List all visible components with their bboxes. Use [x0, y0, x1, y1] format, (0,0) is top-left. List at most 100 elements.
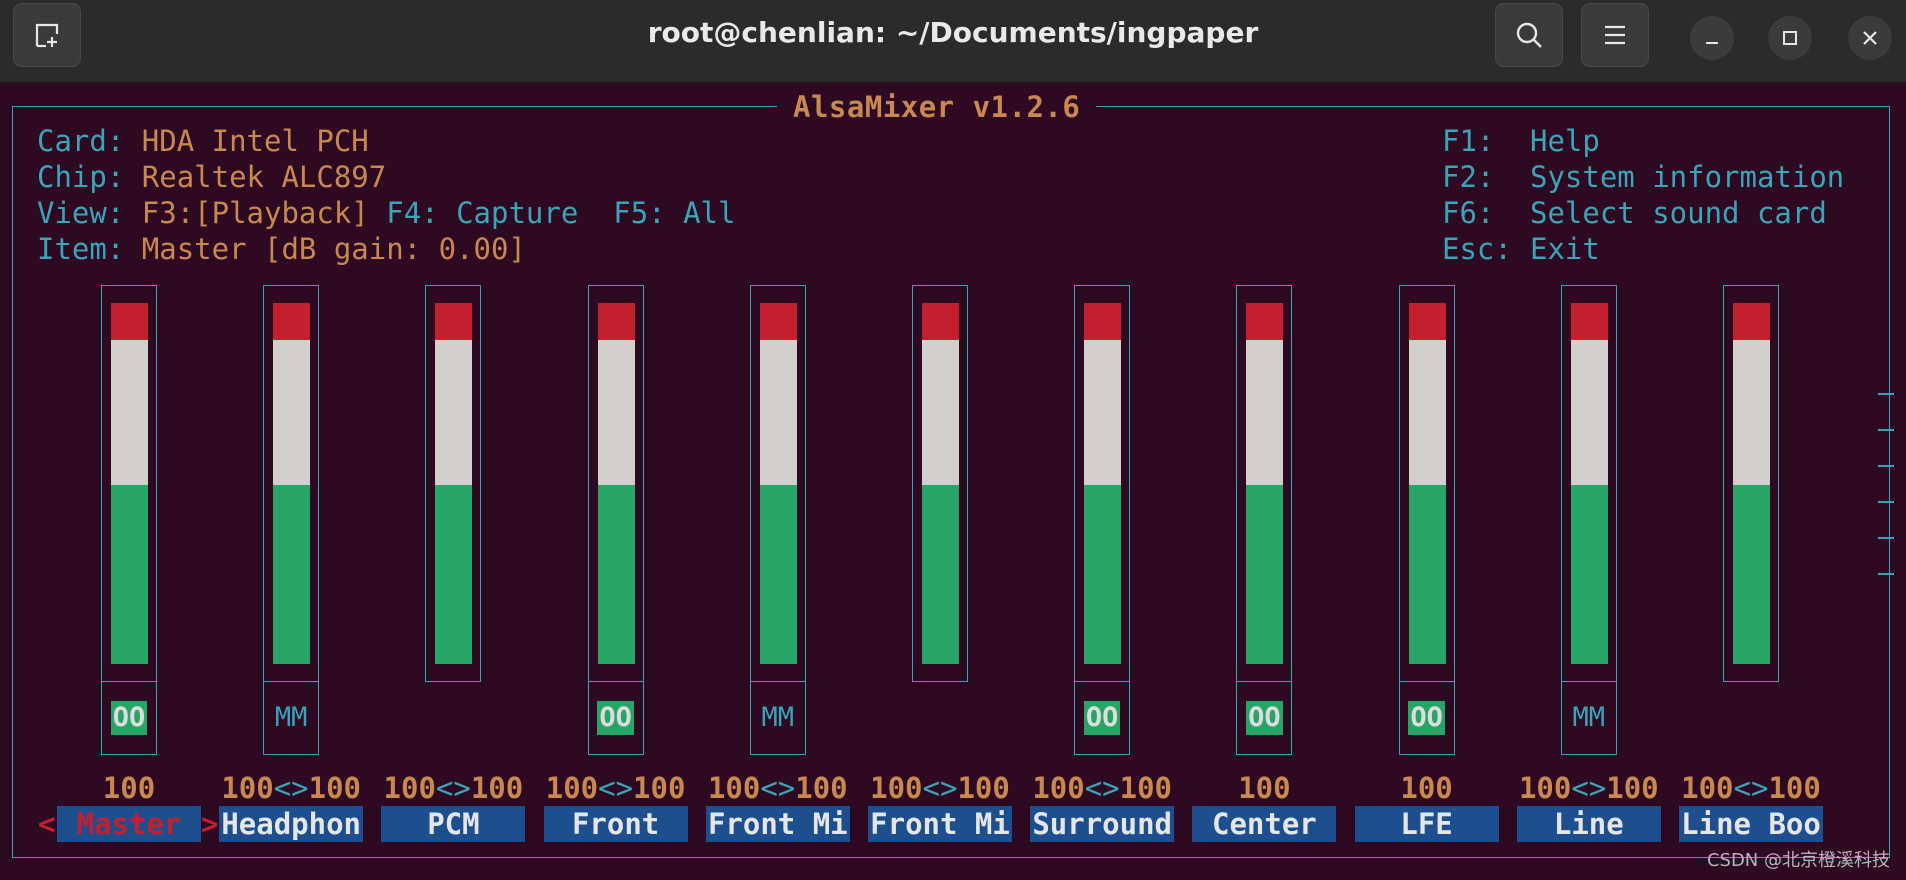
channel-name[interactable]: Headphon: [219, 806, 364, 842]
meter-peak-segment: [1408, 303, 1446, 340]
mute-switch[interactable]: MM: [263, 681, 320, 755]
meter-peak-segment: [435, 303, 473, 340]
channel-name[interactable]: PCM: [381, 806, 526, 842]
view-f3-key[interactable]: F3:: [142, 196, 194, 230]
meter-peak-segment: [922, 303, 959, 340]
meter-peak-segment: [597, 303, 635, 340]
mute-switch[interactable]: MM: [749, 681, 806, 755]
mute-switch[interactable]: MM: [1560, 681, 1617, 755]
volume-meter[interactable]: [749, 285, 806, 682]
meter-high-segment: [1733, 340, 1770, 485]
mute-switch-state: OO: [1083, 700, 1121, 735]
item-value: Master [dB gain: 0.00]: [141, 232, 526, 266]
meter-low-segment: [922, 485, 959, 664]
view-all[interactable]: F5: All: [613, 196, 735, 230]
card-label: Card:: [37, 124, 125, 158]
meter-low-segment: [111, 485, 148, 664]
card-line: Card: HDA Intel PCH: [37, 124, 369, 158]
meter-low-segment: [1733, 485, 1770, 664]
scroll-mark: [1878, 465, 1894, 467]
meter-peak-segment: [759, 303, 797, 340]
meter-low-segment: [1570, 485, 1608, 664]
minimize-button[interactable]: [1690, 16, 1734, 60]
menu-button[interactable]: [1581, 3, 1649, 67]
volume-meter[interactable]: [1074, 285, 1131, 682]
key-help-action[interactable]: Help: [1530, 124, 1600, 158]
item-line: Item: Master [dB gain: 0.00]: [37, 232, 526, 266]
mute-switch-state: OO: [1408, 700, 1445, 735]
volume-right: 100: [795, 771, 848, 805]
mute-switch[interactable]: OO: [587, 681, 644, 755]
scroll-mark: [1878, 501, 1894, 503]
view-playback[interactable]: [Playback]: [194, 196, 369, 230]
mute-switch[interactable]: OO: [1236, 681, 1293, 755]
meter-high-segment: [1084, 340, 1122, 485]
volume-meter[interactable]: [1236, 285, 1293, 682]
channel-name[interactable]: Line: [1516, 806, 1661, 842]
key-help-key: F6:: [1442, 196, 1495, 230]
meter-high-segment: [1408, 340, 1446, 485]
meter-low-segment: [1408, 485, 1446, 664]
meter-peak-segment: [1084, 303, 1122, 340]
volume-right: 100: [957, 771, 1010, 805]
volume-right: 100: [633, 771, 686, 805]
mute-switch[interactable]: OO: [1074, 681, 1131, 755]
volume-meter[interactable]: [587, 285, 644, 682]
channel-name[interactable]: Line Boo: [1679, 806, 1823, 842]
channel-name[interactable]: Front: [543, 806, 688, 842]
volume-value: 100<>100: [219, 771, 363, 805]
volume-meter[interactable]: [1398, 285, 1455, 682]
channel-name[interactable]: Master: [57, 806, 201, 842]
volume-value: 100<>100: [1517, 771, 1661, 805]
mute-switch-state: MM: [1572, 702, 1606, 733]
search-button[interactable]: [1495, 3, 1563, 67]
meter-high-segment: [597, 340, 635, 485]
mute-switch-state: OO: [110, 700, 148, 735]
channel-name[interactable]: Center: [1192, 806, 1337, 842]
volume-meter[interactable]: [101, 285, 157, 682]
meter-high-segment: [435, 340, 473, 485]
meter-peak-segment: [273, 303, 311, 340]
meter-peak-segment: [1570, 303, 1608, 340]
meter-high-segment: [922, 340, 959, 485]
volume-separator: <>: [1084, 771, 1120, 805]
mute-switch[interactable]: OO: [1398, 681, 1455, 755]
channel-name[interactable]: Surround: [1030, 806, 1175, 842]
mute-switch-state: MM: [274, 702, 308, 733]
key-help-action[interactable]: System information: [1530, 160, 1844, 194]
scroll-mark: [1878, 429, 1894, 431]
menu-icon: [1605, 25, 1625, 45]
mute-switch[interactable]: OO: [101, 681, 157, 755]
volume-value: 100: [57, 771, 201, 805]
chip-label: Chip:: [37, 160, 125, 194]
meter-high-segment: [1570, 340, 1608, 485]
volume-value: 100: [1355, 771, 1499, 805]
close-icon: [1863, 31, 1877, 45]
meter-peak-segment: [1246, 303, 1284, 340]
volume-left: 100: [383, 771, 436, 805]
volume-right: 100: [470, 771, 524, 805]
channel-name[interactable]: Front Mi: [868, 806, 1012, 842]
volume-left: 100: [102, 771, 156, 805]
meter-low-segment: [759, 485, 797, 664]
volume-meter[interactable]: [1560, 285, 1617, 682]
key-help-action[interactable]: Exit: [1530, 232, 1600, 266]
volume-meter[interactable]: [425, 285, 482, 682]
maximize-button[interactable]: [1768, 16, 1812, 60]
close-button[interactable]: [1848, 16, 1892, 60]
scroll-mark: [1878, 573, 1894, 575]
volume-meter[interactable]: [1723, 285, 1779, 682]
volume-separator: <>: [1733, 771, 1769, 805]
channel-name[interactable]: Front Mi: [705, 806, 850, 842]
volume-left: 100: [221, 771, 274, 805]
key-help-action[interactable]: Select sound card: [1530, 196, 1827, 230]
view-capture[interactable]: F4: Capture: [386, 196, 578, 230]
channel-name[interactable]: LFE: [1354, 806, 1499, 842]
maximize-icon: [1783, 31, 1797, 45]
volume-right: 100: [1119, 771, 1173, 805]
volume-meter[interactable]: [912, 285, 968, 682]
volume-meter[interactable]: [263, 285, 320, 682]
meter-high-segment: [273, 340, 311, 485]
mute-switch-state: OO: [597, 700, 634, 735]
key-help-key: F1:: [1442, 124, 1495, 158]
